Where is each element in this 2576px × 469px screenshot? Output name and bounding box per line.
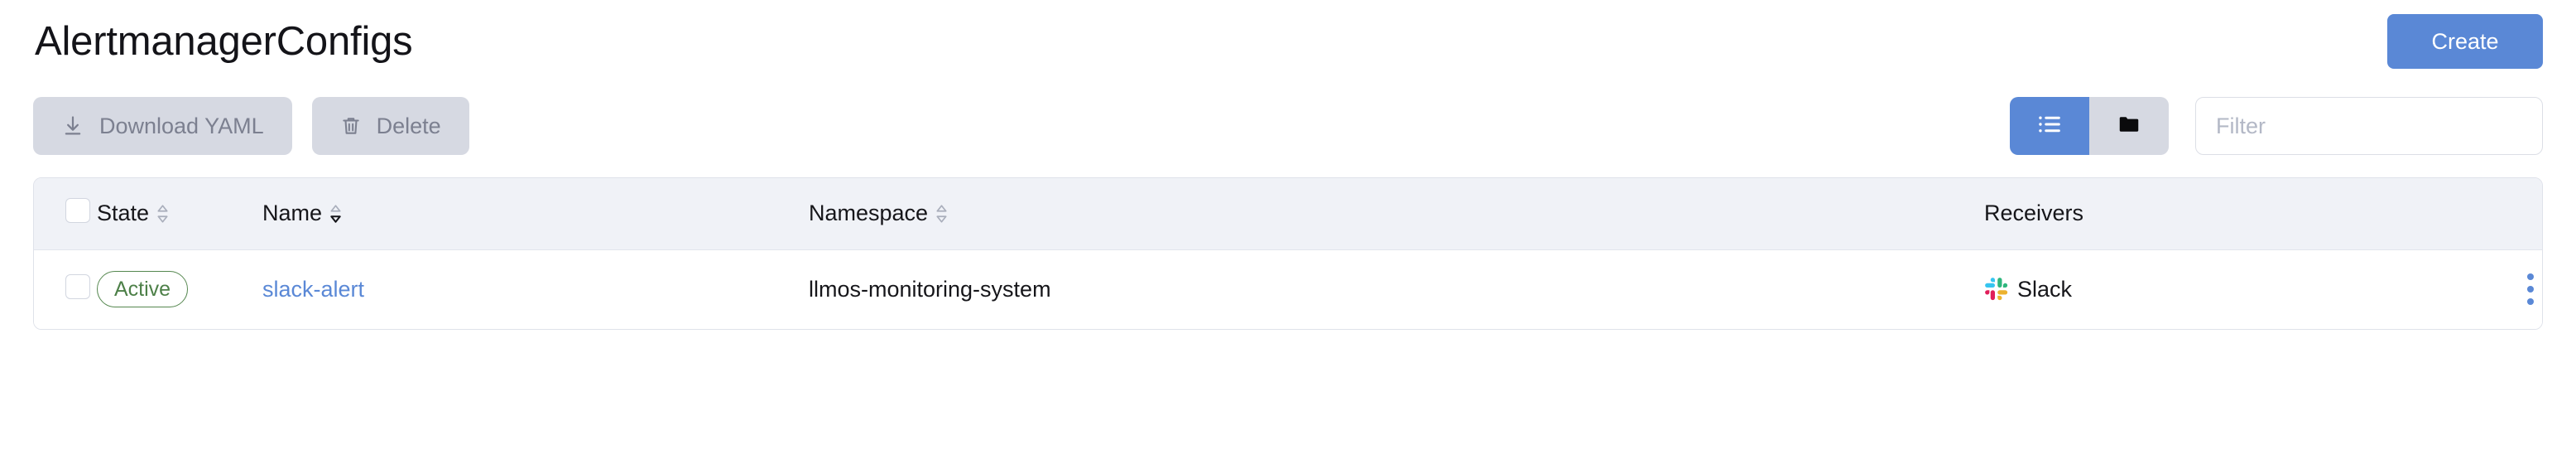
delete-button[interactable]: Delete: [311, 97, 469, 155]
trash-icon: [340, 115, 362, 137]
column-header-state[interactable]: State: [97, 178, 262, 250]
row-name-cell: slack-alert: [262, 249, 809, 329]
list-view-icon: [2035, 110, 2064, 143]
select-all-header: [34, 178, 97, 250]
column-header-actions: [2514, 178, 2542, 250]
slack-icon: [1984, 277, 2009, 302]
toolbar: Download YAML Delete: [33, 96, 2543, 156]
download-icon: [61, 114, 84, 138]
folder-view-button[interactable]: [2089, 97, 2169, 155]
select-all-checkbox[interactable]: [65, 198, 90, 224]
download-yaml-button[interactable]: Download YAML: [33, 97, 292, 155]
delete-label: Delete: [376, 113, 441, 138]
row-receivers-cell: Slack: [1984, 249, 2514, 329]
row-namespace-cell: llmos-monitoring-system: [809, 249, 1984, 329]
toolbar-right-group: [2010, 97, 2543, 155]
status-badge: Active: [97, 271, 189, 308]
toolbar-left-group: Download YAML Delete: [33, 97, 469, 155]
table-header-row: State Name Namespace Receivers: [34, 178, 2542, 250]
column-header-receivers: Receivers: [1984, 178, 2514, 250]
row-select-cell: [34, 249, 97, 329]
alertmanagerconfigs-page: AlertmanagerConfigs Create Download YAML: [0, 0, 2576, 469]
list-view-button[interactable]: [2010, 97, 2089, 155]
resource-name-link[interactable]: slack-alert: [262, 277, 364, 302]
create-button[interactable]: Create: [2387, 14, 2543, 69]
kebab-dot-3: [2527, 298, 2534, 306]
table-row: Active slack-alert llmos-monitoring-syst…: [34, 249, 2542, 329]
row-checkbox[interactable]: [65, 273, 90, 299]
sort-icon-name: [329, 203, 343, 225]
column-header-state-label: State: [97, 201, 150, 226]
row-actions-cell: [2514, 249, 2542, 329]
page-title: AlertmanagerConfigs: [35, 18, 413, 64]
filter-input[interactable]: [2195, 97, 2543, 155]
receiver-label: Slack: [2017, 276, 2073, 302]
download-yaml-label: Download YAML: [99, 113, 264, 138]
kebab-dot-2: [2527, 286, 2534, 293]
column-header-name[interactable]: Name: [262, 178, 809, 250]
sort-icon-namespace: [935, 203, 949, 225]
kebab-dot-1: [2527, 273, 2534, 281]
folder-view-icon: [2117, 112, 2141, 141]
column-header-receivers-label: Receivers: [1984, 201, 2084, 226]
column-header-namespace[interactable]: Namespace: [809, 178, 1984, 250]
row-actions-menu-button[interactable]: [2514, 273, 2542, 306]
column-header-namespace-label: Namespace: [809, 201, 929, 226]
page-header: AlertmanagerConfigs Create: [33, 0, 2543, 71]
alertmanagerconfigs-table: State Name Namespace Receivers Active sl…: [33, 177, 2543, 330]
view-mode-toggle: [2010, 97, 2169, 155]
sort-icon-state: [156, 203, 170, 225]
column-header-name-label: Name: [262, 201, 323, 226]
row-state-cell: Active: [97, 249, 262, 329]
